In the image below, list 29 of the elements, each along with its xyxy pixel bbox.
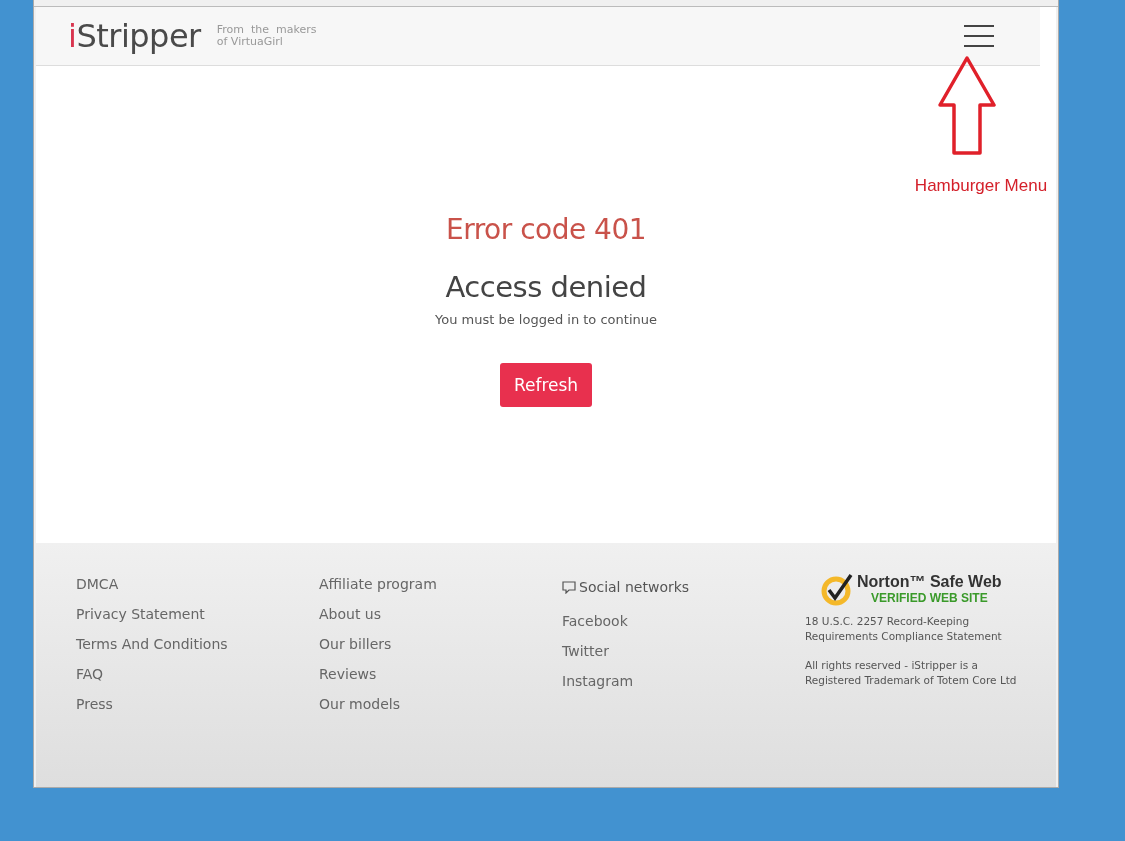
checkmark-seal-icon: [821, 572, 855, 606]
footer-link[interactable]: About us: [319, 605, 381, 624]
footer-link[interactable]: Facebook: [562, 612, 628, 631]
chat-icon: [562, 581, 576, 594]
footer-link[interactable]: Our models: [319, 695, 400, 714]
footer-link[interactable]: Our billers: [319, 635, 392, 654]
footer-link[interactable]: Press: [76, 695, 113, 714]
footer-heading: Social networks: [579, 578, 690, 597]
footer-link[interactable]: Twitter: [562, 642, 609, 661]
annotation-label: Hamburger Menu: [914, 176, 1048, 196]
footer-link[interactable]: Affiliate program: [319, 575, 437, 594]
refresh-button[interactable]: Refresh: [500, 363, 592, 407]
error-message: You must be logged in to continue: [435, 312, 657, 327]
menu-icon[interactable]: [964, 25, 994, 47]
tagline: of VirtuaGirl: [216, 36, 284, 48]
norton-title: Norton™ Safe Web: [857, 573, 1002, 591]
footer-link[interactable]: Privacy Statement: [76, 605, 205, 624]
footer-link[interactable]: Reviews: [319, 665, 377, 684]
error-code: Error code 401: [446, 213, 646, 246]
footer-link[interactable]: DMCA: [76, 575, 119, 594]
footer-note: All rights reserved - iStripper is a Registered Trademark of Totem Core Ltd: [805, 658, 1018, 688]
footer-note: 18 U.S.C. 2257 Record-Keeping Requirements Compliance Statement: [805, 614, 1003, 644]
tagline: From the makers: [216, 24, 317, 36]
norton-subtitle: VERIFIED WEB SITE: [870, 591, 988, 605]
footer-link[interactable]: Terms And Conditions: [76, 635, 228, 654]
footer-link[interactable]: Instagram: [562, 672, 634, 691]
site-logo[interactable]: iStripper: [68, 17, 201, 55]
footer-link[interactable]: FAQ: [76, 665, 104, 684]
error-title: Access denied: [445, 270, 647, 304]
